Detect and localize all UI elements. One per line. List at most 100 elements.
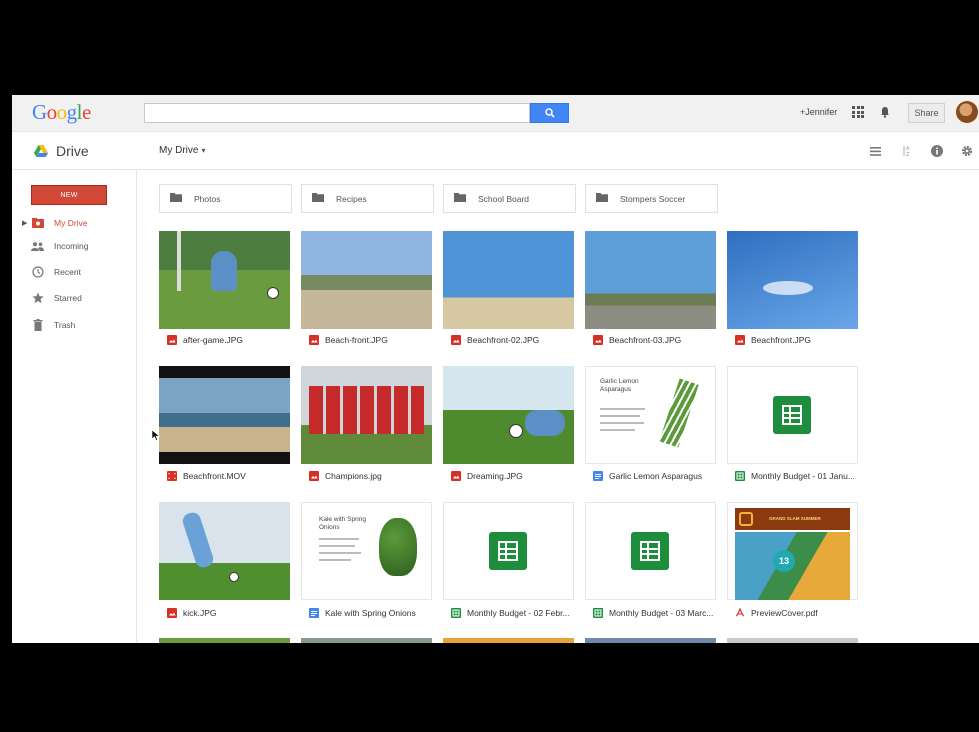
sidebar-item-label: Incoming bbox=[54, 241, 89, 251]
sort-az-icon[interactable]: AZ bbox=[900, 144, 914, 158]
notifications-bell-icon[interactable] bbox=[880, 105, 890, 123]
file-name[interactable]: Beachfront.MOV bbox=[167, 469, 292, 483]
file-name[interactable]: Monthly Budget - 03 Marc... bbox=[593, 606, 718, 620]
star-icon bbox=[31, 292, 44, 304]
asparagus-image bbox=[659, 378, 699, 448]
file-name-label: Garlic Lemon Asparagus bbox=[609, 471, 703, 481]
folder-item[interactable]: Photos bbox=[159, 184, 292, 213]
pdf-file-icon bbox=[735, 608, 745, 618]
trash-icon bbox=[31, 319, 44, 331]
mouse-cursor-icon bbox=[151, 428, 161, 446]
file-thumbnail[interactable] bbox=[301, 638, 432, 643]
sidebar-item-starred[interactable]: Starred bbox=[12, 288, 137, 308]
doc-thumbnail[interactable]: Garlic Lemon Asparagus bbox=[585, 366, 716, 464]
file-thumbnail[interactable] bbox=[443, 638, 574, 643]
spreadsheet-icon bbox=[489, 532, 527, 570]
list-view-icon[interactable] bbox=[868, 144, 882, 158]
file-thumbnail[interactable] bbox=[159, 502, 290, 600]
folder-item[interactable]: Recipes bbox=[301, 184, 434, 213]
drive-header: Drive My Drive ▾ AZ bbox=[12, 132, 979, 170]
file-thumbnail[interactable] bbox=[443, 231, 574, 329]
thumbnail-ball bbox=[509, 424, 523, 438]
sheet-file-icon bbox=[735, 471, 745, 481]
google-logo[interactable]: Google bbox=[32, 100, 91, 125]
file-name[interactable]: Monthly Budget - 01 Janu... bbox=[735, 469, 860, 483]
file-name[interactable]: Garlic Lemon Asparagus bbox=[593, 469, 718, 483]
file-thumbnail[interactable] bbox=[585, 638, 716, 643]
drive-window: Google +Jennifer Share Drive My Drive ▾ A… bbox=[12, 95, 979, 643]
apps-grid-icon[interactable] bbox=[852, 106, 864, 118]
file-name-label: Beach-front.JPG bbox=[325, 335, 388, 345]
folder-icon bbox=[454, 193, 466, 204]
image-file-icon bbox=[167, 335, 177, 345]
file-name[interactable]: Beachfront-02.JPG bbox=[451, 333, 576, 347]
folder-item[interactable]: Stompers Soccer bbox=[585, 184, 718, 213]
sidebar-item-label: My Drive bbox=[54, 218, 88, 228]
spreadsheet-icon bbox=[631, 532, 669, 570]
sheet-thumbnail[interactable] bbox=[585, 502, 716, 600]
file-name[interactable]: PreviewCover.pdf bbox=[735, 606, 860, 620]
sidebar-item-trash[interactable]: Trash bbox=[12, 315, 137, 335]
file-thumbnail[interactable] bbox=[727, 638, 858, 643]
breadcrumb[interactable]: My Drive ▾ bbox=[159, 145, 205, 156]
file-name[interactable]: Dreaming.JPG bbox=[451, 469, 576, 483]
expand-arrow-icon[interactable]: ▶ bbox=[22, 219, 27, 227]
sidebar-item-incoming[interactable]: Incoming bbox=[12, 236, 137, 256]
settings-gear-icon[interactable] bbox=[960, 144, 974, 158]
thumbnail-ball bbox=[267, 287, 279, 299]
sheet-file-icon bbox=[451, 608, 461, 618]
doc-preview-title: Garlic Lemon Asparagus bbox=[600, 378, 639, 393]
image-file-icon bbox=[593, 335, 603, 345]
sidebar-item-recent[interactable]: Recent bbox=[12, 262, 137, 282]
file-name[interactable]: Beach-front.JPG bbox=[309, 333, 434, 347]
image-file-icon bbox=[735, 335, 745, 345]
file-thumbnail[interactable] bbox=[159, 638, 290, 643]
file-name-label: PreviewCover.pdf bbox=[751, 608, 818, 618]
file-name[interactable]: Beachfront.JPG bbox=[735, 333, 860, 347]
doc-thumbnail[interactable]: Kale with Spring Onions bbox=[301, 502, 432, 600]
file-thumbnail[interactable] bbox=[727, 231, 858, 329]
file-name-label: Beachfront-02.JPG bbox=[467, 335, 540, 345]
new-button[interactable]: NEW bbox=[31, 185, 107, 205]
spreadsheet-icon bbox=[773, 396, 811, 434]
search-button[interactable] bbox=[530, 103, 569, 123]
folder-item[interactable]: School Board bbox=[443, 184, 576, 213]
file-name[interactable]: after-game.JPG bbox=[167, 333, 292, 347]
image-file-icon bbox=[309, 471, 319, 481]
file-name-label: Monthly Budget - 02 Febr... bbox=[467, 608, 570, 618]
file-thumbnail[interactable] bbox=[301, 366, 432, 464]
sheet-file-icon bbox=[593, 608, 603, 618]
file-name-label: Monthly Budget - 01 Janu... bbox=[751, 471, 855, 481]
file-name[interactable]: Champions.jpg bbox=[309, 469, 434, 483]
sidebar-item-my-drive[interactable]: ▶ My Drive bbox=[12, 213, 137, 233]
file-name-label: Dreaming.JPG bbox=[467, 471, 523, 481]
drive-logo-icon[interactable] bbox=[34, 144, 48, 162]
pdf-thumbnail[interactable]: GRAND SLAM SUMMER 13 bbox=[727, 502, 858, 600]
info-icon[interactable] bbox=[930, 144, 944, 158]
user-link[interactable]: +Jennifer bbox=[800, 107, 837, 117]
file-name[interactable]: kick.JPG bbox=[167, 606, 292, 620]
sheet-thumbnail[interactable] bbox=[443, 502, 574, 600]
thumbnail-child-figure bbox=[525, 410, 565, 436]
file-thumbnail[interactable] bbox=[159, 366, 290, 464]
file-thumbnail[interactable] bbox=[585, 231, 716, 329]
share-button[interactable]: Share bbox=[908, 103, 945, 123]
sheet-thumbnail[interactable] bbox=[727, 366, 858, 464]
doc-preview-line bbox=[600, 422, 644, 424]
file-thumbnail[interactable] bbox=[301, 231, 432, 329]
incoming-icon bbox=[31, 240, 44, 252]
folder-icon bbox=[312, 193, 324, 204]
file-thumbnail[interactable] bbox=[159, 231, 290, 329]
thumbnail-team-figures bbox=[309, 386, 424, 434]
file-name-label: kick.JPG bbox=[183, 608, 217, 618]
file-thumbnail[interactable] bbox=[443, 366, 574, 464]
folder-name: School Board bbox=[478, 193, 530, 204]
image-file-icon bbox=[451, 335, 461, 345]
search-input[interactable] bbox=[144, 103, 530, 123]
file-name-label: after-game.JPG bbox=[183, 335, 243, 345]
file-name[interactable]: Monthly Budget - 02 Febr... bbox=[451, 606, 576, 620]
doc-preview-line bbox=[319, 559, 351, 561]
file-name[interactable]: Kale with Spring Onions bbox=[309, 606, 434, 620]
avatar[interactable] bbox=[956, 101, 978, 123]
file-name[interactable]: Beachfront-03.JPG bbox=[593, 333, 718, 347]
